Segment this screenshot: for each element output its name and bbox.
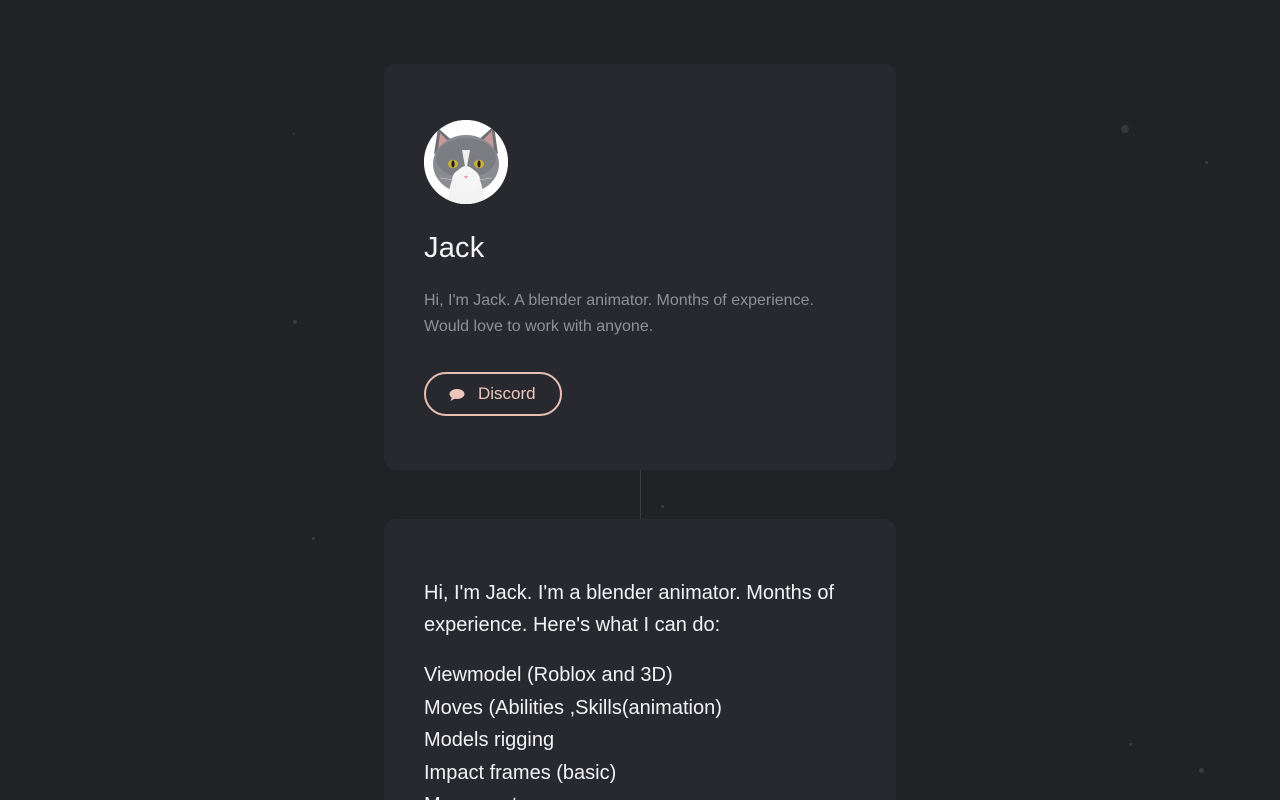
skill-item: Moves (Abilities ,Skills(animation)	[424, 696, 722, 719]
profile-bio-line-2: Would love to work with anyone.	[424, 318, 654, 335]
about-card: Hi, I'm Jack. I'm a blender animator. Mo…	[384, 519, 896, 800]
discord-button[interactable]: Discord	[424, 372, 562, 416]
background-particle	[293, 133, 295, 135]
skill-item: Movement	[424, 789, 856, 800]
card-connector-line	[640, 470, 641, 519]
background-particle	[1199, 768, 1204, 773]
avatar	[424, 120, 508, 204]
about-intro: Hi, I'm Jack. I'm a blender animator. Mo…	[424, 582, 835, 636]
background-particle	[661, 505, 664, 508]
background-particle	[1121, 125, 1129, 133]
background-particle	[312, 537, 315, 540]
background-particle	[1129, 743, 1132, 746]
skill-item: Viewmodel (Roblox and 3D)	[424, 664, 673, 686]
profile-card: Jack Hi, I'm Jack. A blender animator. M…	[384, 64, 896, 470]
background-particle	[1205, 161, 1208, 164]
cat-avatar-image	[424, 120, 508, 204]
page: Jack Hi, I'm Jack. A blender animator. M…	[0, 0, 1280, 800]
skill-item: Impact frames (basic)	[424, 761, 617, 784]
profile-bio: Hi, I'm Jack. A blender animator. Months…	[424, 288, 864, 340]
profile-name: Jack	[424, 232, 485, 264]
background-particle	[293, 320, 297, 324]
skills-list: Viewmodel (Roblox and 3D) Moves (Abiliti…	[424, 659, 856, 800]
speech-bubble-icon	[448, 387, 466, 401]
profile-bio-line-1: Hi, I'm Jack. A blender animator. Months…	[424, 292, 814, 309]
skill-item: Models rigging	[424, 729, 555, 751]
discord-button-label: Discord	[478, 384, 536, 403]
